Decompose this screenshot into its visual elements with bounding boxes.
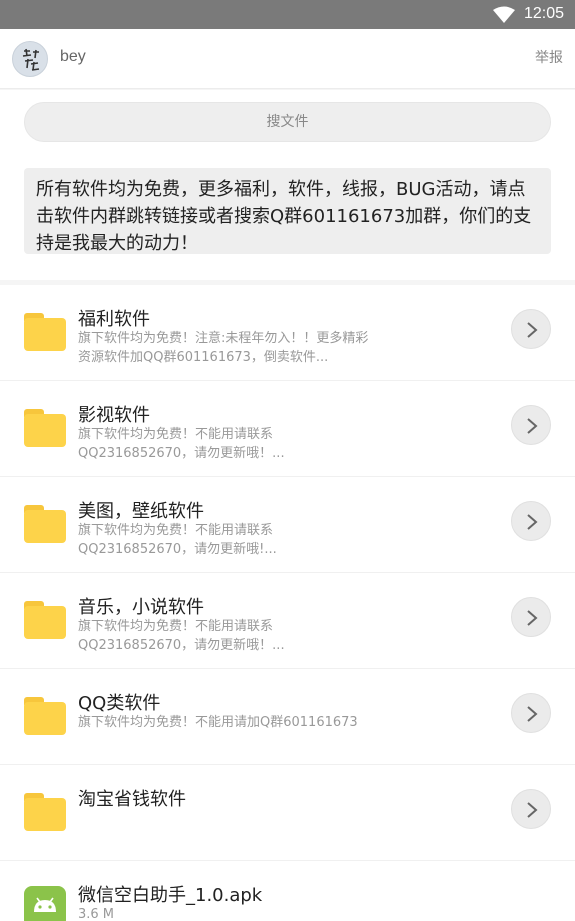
item-desc: 旗下软件均为免费！不能用请联系QQ2316852670，请勿更新哦!... [78, 523, 277, 557]
item-title: 美图，壁纸软件 [78, 501, 204, 522]
folder-icon [24, 601, 66, 639]
chevron-right-icon[interactable] [511, 693, 551, 733]
avatar-icon [22, 48, 40, 71]
item-title: 影视软件 [78, 405, 150, 426]
folder-icon [24, 313, 66, 351]
status-bar: 12:05 [0, 0, 575, 29]
report-link[interactable]: 举报 [535, 47, 563, 67]
file-list: 福利软件 旗下软件均为免费！注意:未程年勿入！！更多精彩资源软件加QQ群6011… [0, 285, 575, 921]
chevron-right-icon[interactable] [511, 309, 551, 349]
apk-title: 微信空白助手_1.0.apk [78, 885, 263, 906]
list-item[interactable]: QQ类软件 旗下软件均为免费！不能用请加Q群601161673 [0, 669, 575, 765]
apk-list-item[interactable]: 微信空白助手_1.0.apk 3.6 M [0, 861, 575, 921]
folder-icon [24, 505, 66, 543]
item-title: 音乐，小说软件 [78, 597, 204, 618]
chevron-right-icon[interactable] [511, 501, 551, 541]
list-item[interactable]: 福利软件 旗下软件均为免费！注意:未程年勿入！！更多精彩资源软件加QQ群6011… [0, 285, 575, 381]
item-desc: 旗下软件均为免费！不能用请联系QQ2316852670，请勿更新哦！... [78, 619, 285, 653]
wifi-icon [493, 6, 515, 23]
item-desc: 旗下软件均为免费！不能用请加Q群601161673 [78, 715, 358, 730]
avatar[interactable] [12, 41, 48, 77]
item-title: QQ类软件 [78, 693, 161, 714]
item-title: 福利软件 [78, 309, 150, 330]
chevron-right-icon[interactable] [511, 597, 551, 637]
top-section: 搜文件 所有软件均为免费，更多福利，软件，线报，BUG活动，请点击软件内群跳转链… [0, 90, 575, 280]
app-header: bey 举报 [0, 29, 575, 89]
username[interactable]: bey [60, 48, 86, 66]
folder-icon [24, 697, 66, 735]
status-time: 12:05 [524, 5, 565, 22]
notice-banner: 所有软件均为免费，更多福利，软件，线报，BUG活动，请点击软件内群跳转链接或者搜… [24, 168, 551, 254]
list-item[interactable]: 淘宝省钱软件 [0, 765, 575, 861]
chevron-right-icon[interactable] [511, 789, 551, 829]
android-icon [24, 886, 66, 921]
folder-icon [24, 409, 66, 447]
apk-size: 3.6 M [78, 907, 115, 921]
list-item[interactable]: 音乐，小说软件 旗下软件均为免费！不能用请联系QQ2316852670，请勿更新… [0, 573, 575, 669]
list-item[interactable]: 影视软件 旗下软件均为免费！不能用请联系QQ2316852670，请勿更新哦！.… [0, 381, 575, 477]
folder-icon [24, 793, 66, 831]
search-input[interactable]: 搜文件 [24, 102, 551, 142]
item-desc: 旗下软件均为免费！不能用请联系QQ2316852670，请勿更新哦！... [78, 427, 285, 461]
chevron-right-icon[interactable] [511, 405, 551, 445]
list-item[interactable]: 美图，壁纸软件 旗下软件均为免费！不能用请联系QQ2316852670，请勿更新… [0, 477, 575, 573]
item-title: 淘宝省钱软件 [78, 789, 186, 810]
item-desc: 旗下软件均为免费！注意:未程年勿入！！更多精彩资源软件加QQ群601161673… [78, 331, 369, 365]
